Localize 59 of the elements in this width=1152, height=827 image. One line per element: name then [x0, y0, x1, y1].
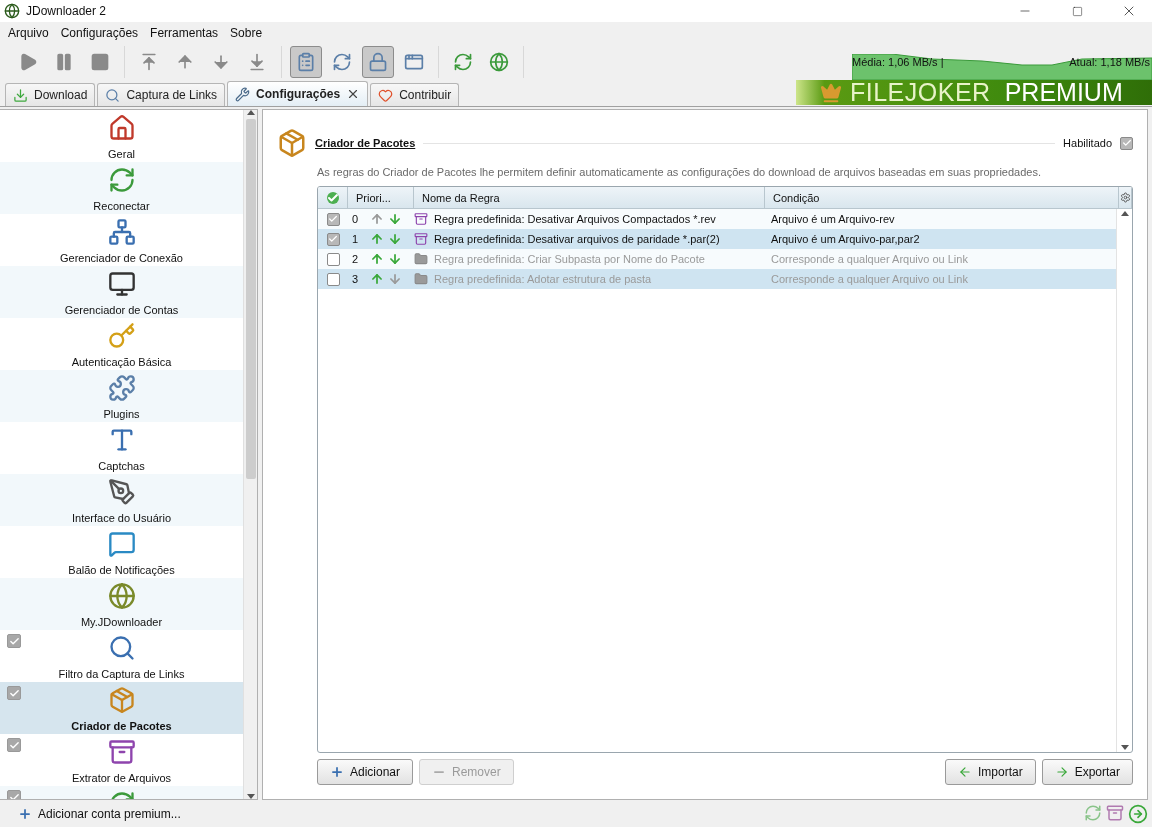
- rule-name: Regra predefinida: Desativar arquivos de paridade *.par(2): [434, 233, 720, 245]
- rule-condition: Arquivo é um Arquivo-par,par2: [770, 233, 921, 245]
- add-premium-link[interactable]: Adicionar conta premium...: [38, 806, 181, 821]
- sidebar-label: Autenticação Básica: [71, 356, 172, 368]
- rule-condition: Corresponde a qualquer Arquivo ou Link: [770, 253, 969, 265]
- current-speed: Atual: 1,18 MB/s: [1069, 56, 1150, 68]
- rule-name: Regra predefinida: Adotar estrutura de pasta: [434, 273, 652, 285]
- banner-brand-text: FILEJOKER: [850, 80, 991, 105]
- menu-item[interactable]: Sobre: [224, 26, 269, 40]
- enabled-label: Habilitado: [1063, 137, 1112, 149]
- panel-description: As regras do Criador de Pacotes lhe permitem definir automaticamente as configurações do download de arquivos baseadas em suas propriedades.: [317, 166, 1042, 178]
- tab[interactable]: Captura de Links: [97, 83, 226, 106]
- column-header[interactable]: Condição: [765, 187, 1119, 208]
- rule-condition: Corresponde a qualquer Arquivo ou Link: [770, 273, 969, 285]
- priority-number: 0: [352, 213, 360, 225]
- sidebar-label: Geral: [108, 148, 135, 160]
- table-row[interactable]: 2 Regra predefinida: Criar Subpasta por Nome do Pacote Corresponde a qualquer Arquivo ou Link: [318, 249, 1116, 269]
- tab[interactable]: Contribuir: [370, 83, 460, 106]
- sidebar-item[interactable]: Interface do Usuário: [0, 474, 243, 526]
- banner-tier-text: PREMIUM: [1004, 80, 1123, 105]
- priority-number: 1: [352, 233, 360, 245]
- table-row[interactable]: 3 Regra predefinida: Adotar estrutura de pasta Corresponde a qualquer Arquivo ou Link: [318, 269, 1116, 289]
- average-speed: Média: 1,06 MB/s |: [852, 56, 944, 68]
- menu-item[interactable]: Configurações: [54, 26, 145, 40]
- action-button[interactable]: Exportar: [1041, 759, 1133, 785]
- rule-condition: Arquivo é um Arquivo-rev: [770, 213, 896, 225]
- sidebar-label: Captchas: [98, 460, 145, 472]
- panel-title: Criador de Pacotes: [315, 137, 416, 149]
- banner[interactable]: FILEJOKER PREMIUM: [796, 80, 1152, 105]
- sidebar-item[interactable]: Criador de Pacotes: [0, 682, 243, 734]
- window-title: JDownloader 2: [26, 4, 108, 18]
- tab[interactable]: Download: [5, 83, 96, 106]
- action-button[interactable]: Importar: [944, 759, 1036, 785]
- column-header[interactable]: Nome da Regra: [414, 187, 765, 208]
- sidebar-label: Criador de Pacotes: [71, 720, 172, 732]
- sidebar-label: Interface do Usuário: [71, 512, 172, 524]
- sidebar-label: Filtro da Captura de Links: [58, 668, 185, 680]
- sidebar-label: Extrator de Arquivos: [71, 772, 172, 784]
- sidebar-item[interactable]: Reconectar: [0, 162, 243, 214]
- table-row[interactable]: 1 Regra predefinida: Desativar arquivos de paridade *.par(2) Arquivo é um Arquivo-par,par2: [318, 229, 1116, 249]
- rule-name: Regra predefinida: Criar Subpasta por Nome do Pacote: [434, 253, 705, 265]
- sidebar-item[interactable]: Gerenciador de Contas: [0, 266, 243, 318]
- column-header[interactable]: Priori...: [348, 187, 414, 208]
- sidebar-label: Reconectar: [93, 200, 150, 212]
- sidebar-label: My.JDownloader: [80, 616, 163, 628]
- action-button[interactable]: Adicionar: [317, 759, 414, 785]
- priority-number: 2: [352, 253, 360, 265]
- priority-number: 3: [352, 273, 360, 285]
- sidebar-label: Gerenciador de Contas: [64, 304, 179, 316]
- table-row[interactable]: 0 Regra predefinida: Desativar Arquivos Compactados *.rev Arquivo é um Arquivo-rev: [318, 209, 1116, 229]
- sidebar-label: Plugins: [103, 408, 140, 420]
- sidebar-label: Gerenciador de Conexão: [60, 252, 183, 264]
- menu-item[interactable]: Arquivo: [2, 26, 55, 40]
- sidebar-label: Balão de Notificações: [68, 564, 175, 576]
- rule-name: Regra predefinida: Desativar Arquivos Compactados *.rev: [434, 213, 716, 225]
- tab[interactable]: Configurações: [227, 81, 369, 106]
- sidebar-item[interactable]: My.JDownloader: [0, 578, 243, 630]
- menu-item[interactable]: Ferramentas: [144, 26, 225, 40]
- sidebar-item[interactable]: Plugins: [0, 370, 243, 422]
